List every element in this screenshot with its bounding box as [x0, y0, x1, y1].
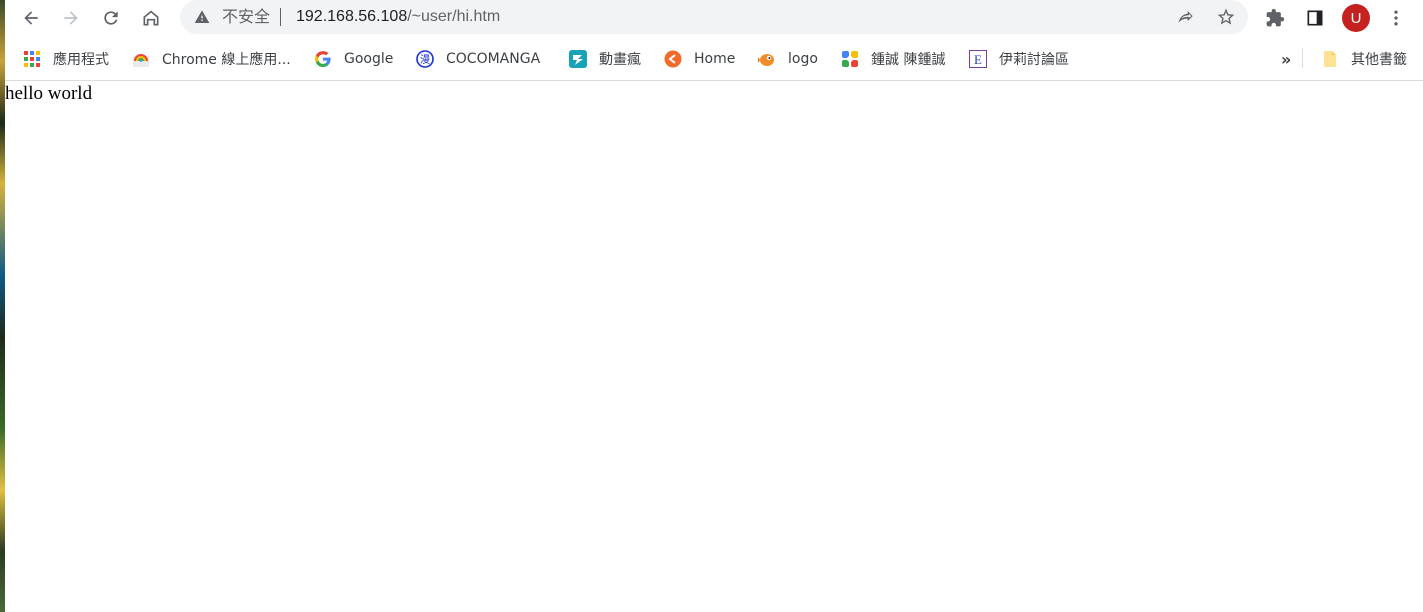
bookmarks-overflow-button[interactable]: »	[1281, 46, 1291, 72]
star-bookmark-icon[interactable]	[1216, 7, 1236, 27]
bookmark-label: 動畫瘋	[599, 52, 641, 68]
folder-icon	[1321, 50, 1339, 68]
not-secure-label[interactable]: 不安全	[222, 8, 270, 26]
reload-button[interactable]	[97, 4, 125, 32]
bookmark-cocomanga[interactable]: 漫 COCOMANGA	[416, 46, 540, 72]
side-panel-button[interactable]	[1303, 6, 1327, 30]
svg-text:E: E	[974, 52, 982, 67]
url-text[interactable]: 192.168.56.108/~user/hi.htm	[296, 8, 500, 26]
url-path: /~user/hi.htm	[407, 8, 501, 25]
back-button[interactable]	[17, 4, 45, 32]
url-host: 192.168.56.108	[296, 8, 408, 25]
puzzle-icon	[1266, 8, 1285, 27]
browser-toolbar: 不安全 192.168.56.108/~user/hi.htm U	[5, 0, 1423, 36]
reload-icon	[104, 11, 118, 25]
home-icon	[143, 10, 159, 26]
forward-button[interactable]	[57, 4, 85, 32]
chrome-webstore-icon	[132, 50, 150, 68]
bookmarks-bar: 應用程式 Chrome 線上應用... Google 漫 COCOMANGA 動…	[5, 40, 1423, 78]
svg-text:漫: 漫	[420, 54, 430, 66]
cocomanga-icon: 漫	[416, 50, 434, 68]
security-divider	[280, 8, 281, 26]
bookmark-apps[interactable]: 應用程式	[23, 46, 109, 72]
bookmark-eyny[interactable]: E 伊莉討論區	[969, 46, 1069, 72]
home-bookmark-icon	[664, 50, 682, 68]
google-icon	[314, 50, 332, 68]
warning-icon[interactable]	[194, 9, 210, 25]
bookmark-label: Google	[344, 51, 394, 67]
bookmark-label: 伊莉討論區	[999, 52, 1069, 68]
browser-window: 不安全 192.168.56.108/~user/hi.htm U 應用程式 C…	[0, 0, 1423, 612]
logo-bookmark-icon	[758, 50, 776, 68]
profile-avatar[interactable]: U	[1342, 4, 1370, 32]
bookmark-label: 應用程式	[53, 52, 109, 68]
share-icon[interactable]	[1176, 7, 1196, 27]
anime-crazy-icon	[569, 50, 587, 68]
eyny-icon: E	[969, 50, 987, 68]
bookmark-anime-crazy[interactable]: 動畫瘋	[569, 46, 641, 72]
apps-grid-icon	[23, 50, 41, 68]
bookmark-home[interactable]: Home	[664, 46, 735, 72]
bookmarks-separator	[1302, 48, 1303, 68]
chen-bookmark-icon	[841, 50, 859, 68]
page-body-text: hello world	[5, 83, 93, 104]
address-bar[interactable]: 不安全 192.168.56.108/~user/hi.htm	[180, 0, 1248, 34]
bookmark-label: logo	[788, 51, 818, 67]
bookmark-chen[interactable]: 鍾誠 陳鍾誠	[841, 46, 945, 72]
bookmark-label: 其他書籤	[1351, 52, 1407, 68]
bookmark-label: 鍾誠 陳鍾誠	[871, 52, 946, 68]
bookmark-label: COCOMANGA	[446, 51, 541, 67]
arrow-right-icon	[64, 11, 78, 25]
extensions-button[interactable]	[1263, 6, 1287, 30]
bookmark-chrome-webstore[interactable]: Chrome 線上應用...	[132, 46, 291, 72]
arrow-left-icon	[24, 11, 38, 25]
bookmark-logo[interactable]: logo	[758, 46, 818, 72]
bookmark-label: Home	[694, 51, 736, 67]
more-vert-icon	[1394, 10, 1398, 26]
bookmark-google[interactable]: Google	[314, 46, 393, 72]
other-bookmarks-folder[interactable]: 其他書籤	[1321, 46, 1407, 72]
menu-button[interactable]	[1384, 6, 1408, 30]
home-button[interactable]	[137, 4, 165, 32]
page-content: hello world	[5, 81, 1423, 612]
side-panel-icon	[1307, 10, 1323, 26]
bookmark-label: Chrome 線上應用...	[162, 52, 291, 68]
